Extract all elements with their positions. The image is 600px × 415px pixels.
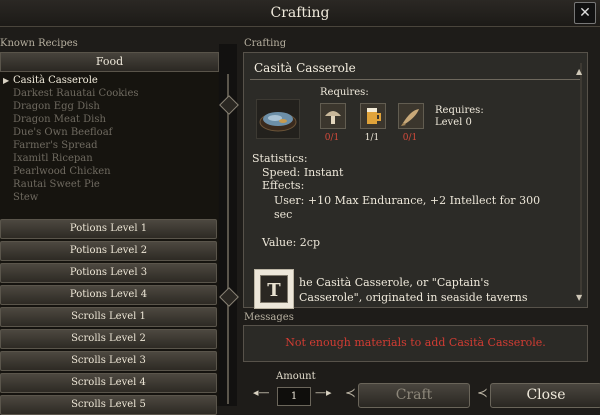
description-line: Casserole", originated in seaside tavern… — [299, 291, 528, 304]
amount-label: Amount — [276, 371, 316, 382]
category-scrolls-4-button[interactable]: Scrolls Level 4 — [0, 373, 217, 393]
close-wing-icon: ≺ — [477, 386, 488, 401]
category-scrolls-5-button[interactable]: Scrolls Level 5 — [0, 395, 217, 415]
scroll-up-arrow-icon[interactable]: ▲ — [576, 67, 582, 76]
window-titlebar: Crafting ✕ — [0, 0, 600, 27]
illuminated-letter-icon: T — [254, 269, 294, 309]
recipe-item[interactable]: Due's Own Beefloaf — [13, 127, 112, 138]
category-food-tab[interactable]: Food — [0, 52, 219, 72]
casserole-dish-icon — [256, 99, 300, 139]
recipe-sidebar: Food ▶ Casità Casserole Darkest Rauatai … — [0, 52, 219, 415]
amount-input[interactable]: 1 — [277, 387, 311, 406]
title-divider — [250, 79, 580, 80]
recipe-title: Casità Casserole — [254, 61, 356, 75]
category-scrolls-1-button[interactable]: Scrolls Level 1 — [0, 307, 217, 327]
amount-increase-arrow-icon[interactable]: —▸ — [315, 386, 332, 399]
amount-decrease-arrow-icon[interactable]: ◂— — [253, 386, 270, 399]
effects-label: Effects: — [262, 179, 305, 192]
recipe-item[interactable]: Rautai Sweet Pie — [13, 179, 100, 190]
recipe-item[interactable]: Stew — [13, 192, 38, 203]
close-window-button[interactable]: ✕ — [574, 2, 596, 24]
close-button[interactable]: Close — [490, 383, 600, 408]
recipe-item[interactable]: Dragon Meat Dish — [13, 114, 106, 125]
panel-divider — [219, 44, 239, 406]
description-scrollbar[interactable] — [580, 63, 582, 299]
close-icon: ✕ — [579, 5, 591, 21]
selected-arrow-icon: ▶ — [3, 76, 10, 85]
fish-icon[interactable] — [398, 103, 424, 129]
category-potions-3-button[interactable]: Potions Level 3 — [0, 263, 217, 283]
category-potions-2-button[interactable]: Potions Level 2 — [0, 241, 217, 261]
category-potions-1-button[interactable]: Potions Level 1 — [0, 219, 217, 239]
requires-level-value: Level 0 — [435, 117, 472, 128]
value-line: Value: 2cp — [262, 236, 321, 249]
recipe-item[interactable]: Dragon Egg Dish — [13, 101, 100, 112]
effect-line: sec — [274, 208, 293, 221]
effect-line: User: +10 Max Endurance, +2 Intellect fo… — [274, 194, 541, 207]
description-line: he Casità Casserole, or "Captain's — [299, 276, 490, 289]
crafting-panel: Casità Casserole Requires: 0/1 1/1 0/1 R — [243, 52, 588, 309]
illuminated-letter: T — [267, 280, 281, 301]
recipe-item[interactable]: Pearlwood Chicken — [13, 166, 111, 177]
ornament-icon — [219, 287, 239, 307]
messages-label: Messages — [244, 312, 294, 323]
speed-line: Speed: Instant — [262, 166, 344, 179]
ingredient-count: 0/1 — [324, 133, 340, 143]
category-scrolls-3-button[interactable]: Scrolls Level 3 — [0, 351, 217, 371]
crafting-label: Crafting — [244, 38, 287, 49]
recipe-item-casita-casserole[interactable]: Casità Casserole — [13, 75, 98, 86]
known-recipes-label: Known Recipes — [0, 38, 78, 49]
recipe-item[interactable]: Darkest Rauatai Cookies — [13, 88, 139, 99]
craft-button[interactable]: Craft — [358, 383, 470, 408]
craft-wing-icon: ≺ — [345, 386, 356, 401]
ale-mug-icon[interactable] — [360, 103, 386, 129]
requires-level-label: Requires: — [435, 105, 484, 116]
category-potions-4-button[interactable]: Potions Level 4 — [0, 285, 217, 305]
ornament-icon — [219, 95, 239, 115]
window-title: Crafting — [270, 5, 330, 21]
recipe-item[interactable]: Farmer's Spread — [13, 140, 98, 151]
ingredient-count: 0/1 — [402, 133, 418, 143]
messages-panel: Not enough materials to add Casità Casse… — [243, 325, 588, 362]
divider-line — [227, 74, 229, 404]
error-message: Not enough materials to add Casità Casse… — [285, 336, 546, 349]
requires-ingredients-label: Requires: — [320, 87, 369, 98]
ingredient-count: 1/1 — [364, 133, 380, 143]
statistics-label: Statistics: — [252, 152, 308, 165]
category-scrolls-2-button[interactable]: Scrolls Level 2 — [0, 329, 217, 349]
recipe-item[interactable]: Ixamitl Ricepan — [13, 153, 93, 164]
mushroom-icon[interactable] — [320, 103, 346, 129]
scroll-down-arrow-icon[interactable]: ▼ — [576, 293, 582, 302]
